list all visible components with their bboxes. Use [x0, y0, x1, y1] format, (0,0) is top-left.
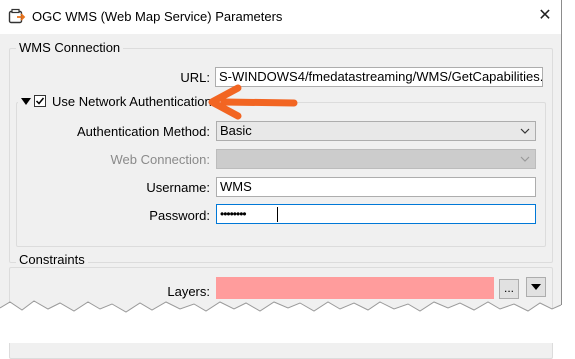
username-value: WMS — [220, 179, 252, 194]
authentication-method-value: Basic — [220, 123, 252, 138]
password-input[interactable]: •••••••• — [216, 204, 536, 224]
triangle-down-icon[interactable] — [21, 98, 31, 105]
chevron-down-icon — [520, 156, 530, 162]
authentication-method-label: Authentication Method: — [77, 124, 210, 139]
checkmark-icon — [35, 97, 45, 105]
use-network-authentication-checkbox[interactable] — [34, 95, 46, 107]
chevron-down-icon — [520, 128, 530, 134]
fme-transformer-icon — [8, 8, 26, 26]
close-button[interactable]: ✕ — [533, 4, 557, 28]
wms-connection-group-label: WMS Connection — [16, 40, 124, 55]
window-title: OGC WMS (Web Map Service) Parameters — [32, 9, 283, 24]
url-input[interactable]: S-WINDOWS4/fmedatastreaming/WMS/GetCapab… — [215, 67, 543, 87]
password-label: Password: — [149, 208, 210, 223]
web-connection-label: Web Connection: — [110, 152, 211, 167]
username-input[interactable]: WMS — [216, 177, 536, 197]
text-cursor — [277, 207, 278, 222]
title-bar: OGC WMS (Web Map Service) Parameters ✕ — [0, 0, 561, 34]
url-value: S-WINDOWS4/fmedatastreaming/WMS/GetCapab… — [219, 69, 543, 84]
web-connection-select[interactable] — [216, 149, 536, 169]
url-label: URL: — [180, 70, 210, 85]
torn-edge — [0, 300, 575, 343]
close-icon: ✕ — [538, 7, 552, 24]
username-label: Username: — [146, 180, 210, 195]
constraints-group-label: Constraints — [16, 252, 88, 267]
use-network-authentication-label[interactable]: Use Network Authentication — [52, 94, 212, 109]
authentication-method-select[interactable]: Basic — [216, 121, 536, 141]
password-value: •••••••• — [220, 207, 247, 221]
